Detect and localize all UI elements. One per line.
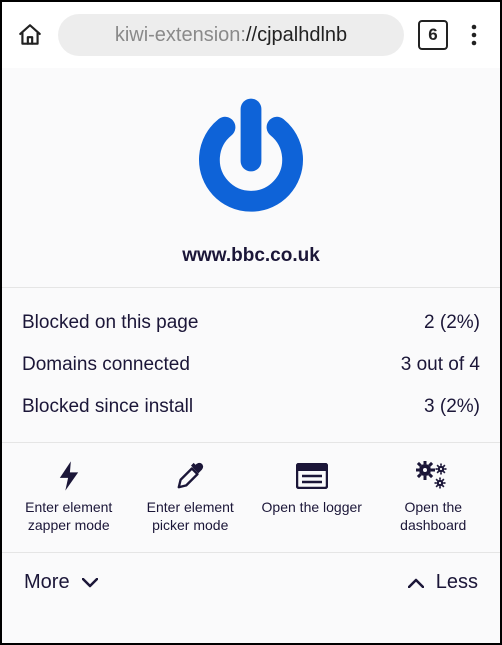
tool-label: Enter element picker mode bbox=[135, 499, 245, 534]
eyedropper-icon bbox=[175, 459, 205, 493]
stat-label: Domains connected bbox=[22, 354, 190, 376]
stat-label: Blocked since install bbox=[22, 396, 193, 418]
more-button[interactable]: More bbox=[24, 571, 98, 594]
tab-count-value: 6 bbox=[428, 25, 437, 45]
tool-label: Open the logger bbox=[262, 499, 362, 517]
tool-label: Enter element zapper mode bbox=[14, 499, 124, 534]
tab-count-button[interactable]: 6 bbox=[418, 20, 448, 50]
less-label: Less bbox=[436, 571, 478, 594]
less-button[interactable]: Less bbox=[408, 571, 478, 594]
gears-icon bbox=[416, 459, 450, 493]
url-bar[interactable]: kiwi-extension://cjpalhdlnb bbox=[58, 14, 404, 56]
stat-value: 3 (2%) bbox=[424, 396, 480, 418]
chevron-up-icon bbox=[408, 571, 424, 594]
tool-label: Open the dashboard bbox=[378, 499, 488, 534]
url-rest: //cjpalhdlnb bbox=[246, 24, 347, 47]
stat-row-blocked-page: Blocked on this page 2 (2%) bbox=[22, 302, 480, 344]
tool-dashboard[interactable]: Open the dashboard bbox=[378, 459, 488, 534]
stat-row-domains-connected: Domains connected 3 out of 4 bbox=[22, 344, 480, 386]
tool-logger[interactable]: Open the logger bbox=[257, 459, 367, 534]
stat-row-blocked-install: Blocked since install 3 (2%) bbox=[22, 386, 480, 428]
bolt-icon bbox=[58, 459, 80, 493]
more-label: More bbox=[24, 571, 70, 594]
home-icon[interactable] bbox=[16, 21, 44, 49]
extension-popup: www.bbc.co.uk Blocked on this page 2 (2%… bbox=[2, 68, 500, 643]
stat-value: 3 out of 4 bbox=[401, 354, 480, 376]
stat-label: Blocked on this page bbox=[22, 312, 198, 334]
stat-value: 2 (2%) bbox=[424, 312, 480, 334]
power-area: www.bbc.co.uk bbox=[2, 68, 500, 288]
power-icon[interactable] bbox=[186, 96, 316, 231]
list-icon bbox=[296, 459, 328, 493]
url-prefix: kiwi-extension: bbox=[115, 24, 246, 47]
bottom-bar: More Less bbox=[2, 553, 500, 612]
tool-picker[interactable]: Enter element picker mode bbox=[135, 459, 245, 534]
stats-section: Blocked on this page 2 (2%) Domains conn… bbox=[2, 288, 500, 443]
tools-row: Enter element zapper mode Enter element … bbox=[2, 443, 500, 553]
browser-top-bar: kiwi-extension://cjpalhdlnb 6 bbox=[2, 2, 500, 68]
site-label: www.bbc.co.uk bbox=[182, 245, 320, 267]
tool-zapper[interactable]: Enter element zapper mode bbox=[14, 459, 124, 534]
chevron-down-icon bbox=[82, 571, 98, 594]
menu-icon[interactable] bbox=[462, 21, 486, 49]
